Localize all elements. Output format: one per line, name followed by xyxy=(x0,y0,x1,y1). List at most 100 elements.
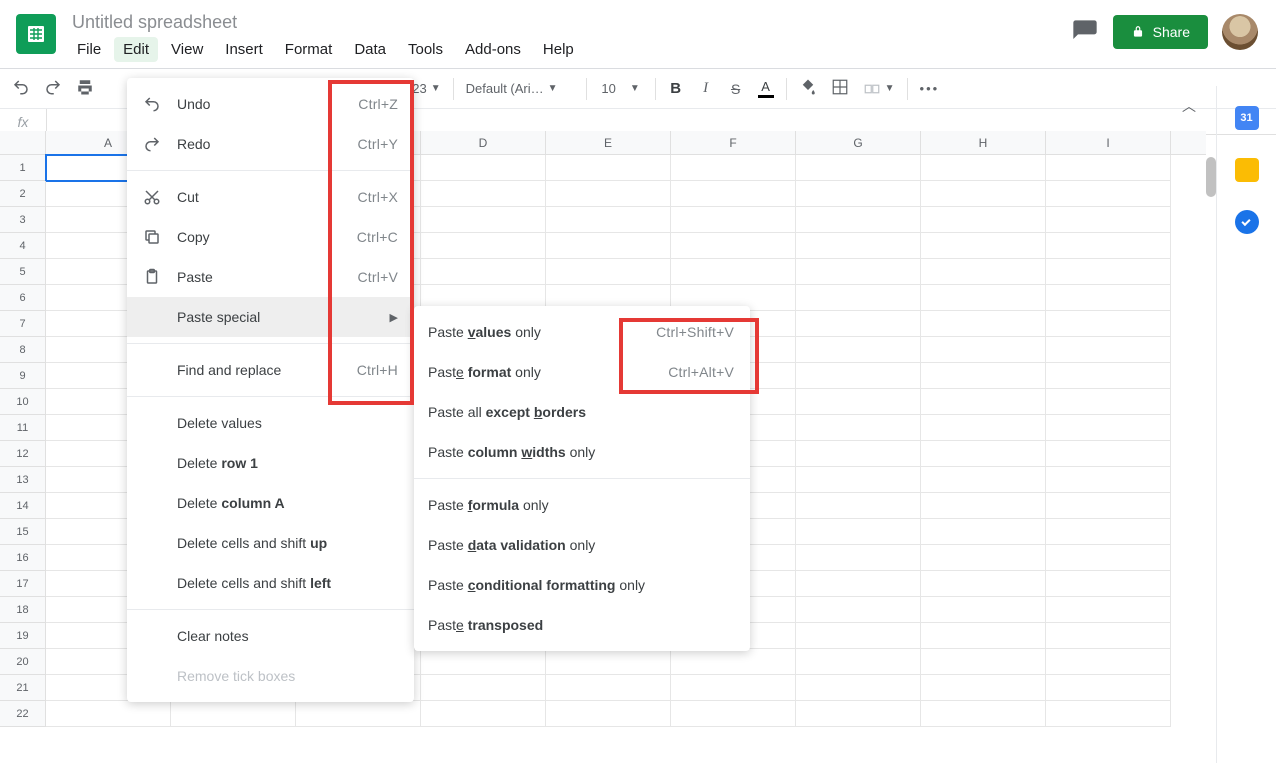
col-header[interactable]: H xyxy=(921,131,1046,154)
cell[interactable] xyxy=(796,311,921,337)
row-header[interactable]: 21 xyxy=(0,675,46,701)
cell[interactable] xyxy=(296,701,421,727)
cell[interactable] xyxy=(546,675,671,701)
cell[interactable] xyxy=(1046,363,1171,389)
menu-find-replace[interactable]: Find and replace Ctrl+H xyxy=(127,350,414,390)
cell[interactable] xyxy=(671,701,796,727)
cell[interactable] xyxy=(921,597,1046,623)
paste-values-only[interactable]: Paste values only Ctrl+Shift+V xyxy=(414,312,750,352)
row-header[interactable]: 17 xyxy=(0,571,46,597)
menu-undo[interactable]: Undo Ctrl+Z xyxy=(127,84,414,124)
cell[interactable] xyxy=(921,337,1046,363)
account-avatar[interactable] xyxy=(1222,14,1258,50)
more-toolbar-button[interactable]: ••• xyxy=(914,75,946,102)
row-header[interactable]: 2 xyxy=(0,181,46,207)
document-title[interactable]: Untitled spreadsheet xyxy=(68,8,1071,33)
row-header[interactable]: 6 xyxy=(0,285,46,311)
cell[interactable] xyxy=(796,233,921,259)
collapse-toolbar-button[interactable]: ︿ xyxy=(1182,96,1196,116)
menu-edit[interactable]: Edit xyxy=(114,37,158,62)
cell[interactable] xyxy=(796,285,921,311)
cell[interactable] xyxy=(671,207,796,233)
cell[interactable] xyxy=(796,181,921,207)
paste-data-validation[interactable]: Paste data validation only xyxy=(414,525,750,565)
cell[interactable] xyxy=(421,649,546,675)
cell[interactable] xyxy=(921,519,1046,545)
cell[interactable] xyxy=(421,259,546,285)
cell[interactable] xyxy=(921,571,1046,597)
cell[interactable] xyxy=(921,545,1046,571)
col-header[interactable]: D xyxy=(421,131,546,154)
cell[interactable] xyxy=(921,467,1046,493)
cell[interactable] xyxy=(671,675,796,701)
row-header[interactable]: 18 xyxy=(0,597,46,623)
cell[interactable] xyxy=(1046,623,1171,649)
row-header[interactable]: 12 xyxy=(0,441,46,467)
cell[interactable] xyxy=(546,181,671,207)
cell[interactable] xyxy=(921,181,1046,207)
menu-delete-shift-left[interactable]: Delete cells and shift left xyxy=(127,563,414,603)
row-header[interactable]: 1 xyxy=(0,155,46,181)
cell[interactable] xyxy=(921,649,1046,675)
cell[interactable] xyxy=(921,311,1046,337)
cell[interactable] xyxy=(46,701,171,727)
cell[interactable] xyxy=(1046,519,1171,545)
strikethrough-button[interactable]: S xyxy=(722,75,750,103)
cell[interactable] xyxy=(671,649,796,675)
paste-conditional-formatting[interactable]: Paste conditional formatting only xyxy=(414,565,750,605)
cell[interactable] xyxy=(796,467,921,493)
cell[interactable] xyxy=(1046,415,1171,441)
cell[interactable] xyxy=(1046,389,1171,415)
cell[interactable] xyxy=(1046,181,1171,207)
cell[interactable] xyxy=(671,181,796,207)
cell[interactable] xyxy=(546,259,671,285)
cell[interactable] xyxy=(421,155,546,181)
cell[interactable] xyxy=(796,701,921,727)
tasks-icon[interactable] xyxy=(1235,210,1259,234)
cell[interactable] xyxy=(921,415,1046,441)
cell[interactable] xyxy=(921,363,1046,389)
cell[interactable] xyxy=(1046,649,1171,675)
cell[interactable] xyxy=(671,259,796,285)
cell[interactable] xyxy=(921,389,1046,415)
row-header[interactable]: 8 xyxy=(0,337,46,363)
row-header[interactable]: 9 xyxy=(0,363,46,389)
cell[interactable] xyxy=(796,207,921,233)
menu-clear-notes[interactable]: Clear notes xyxy=(127,616,414,656)
cell[interactable] xyxy=(1046,285,1171,311)
menu-delete-column[interactable]: Delete column A xyxy=(127,483,414,523)
font-size-select[interactable]: 10▼ xyxy=(593,77,649,100)
cell[interactable] xyxy=(796,493,921,519)
cell[interactable] xyxy=(421,233,546,259)
row-header[interactable]: 16 xyxy=(0,545,46,571)
cell[interactable] xyxy=(171,701,296,727)
menu-paste[interactable]: Paste Ctrl+V xyxy=(127,257,414,297)
menu-insert[interactable]: Insert xyxy=(216,37,272,62)
cell[interactable] xyxy=(1046,571,1171,597)
menu-tools[interactable]: Tools xyxy=(399,37,452,62)
cell[interactable] xyxy=(796,519,921,545)
cell[interactable] xyxy=(796,259,921,285)
col-header[interactable]: G xyxy=(796,131,921,154)
row-header[interactable]: 5 xyxy=(0,259,46,285)
cell[interactable] xyxy=(1046,675,1171,701)
sheets-app-icon[interactable] xyxy=(16,14,56,54)
row-header[interactable]: 15 xyxy=(0,519,46,545)
keep-icon[interactable] xyxy=(1235,158,1259,182)
paste-formula-only[interactable]: Paste formula only xyxy=(414,485,750,525)
cell[interactable] xyxy=(1046,259,1171,285)
font-family-select[interactable]: Default (Ari…▼ xyxy=(460,77,580,100)
cell[interactable] xyxy=(921,701,1046,727)
cell[interactable] xyxy=(921,623,1046,649)
cell[interactable] xyxy=(921,285,1046,311)
cell[interactable] xyxy=(546,701,671,727)
cell[interactable] xyxy=(421,207,546,233)
menu-delete-values[interactable]: Delete values xyxy=(127,403,414,443)
cell[interactable] xyxy=(921,207,1046,233)
cell[interactable] xyxy=(921,155,1046,181)
cell[interactable] xyxy=(796,597,921,623)
row-header[interactable]: 20 xyxy=(0,649,46,675)
cell[interactable] xyxy=(796,623,921,649)
row-header[interactable]: 22 xyxy=(0,701,46,727)
menu-view[interactable]: View xyxy=(162,37,212,62)
